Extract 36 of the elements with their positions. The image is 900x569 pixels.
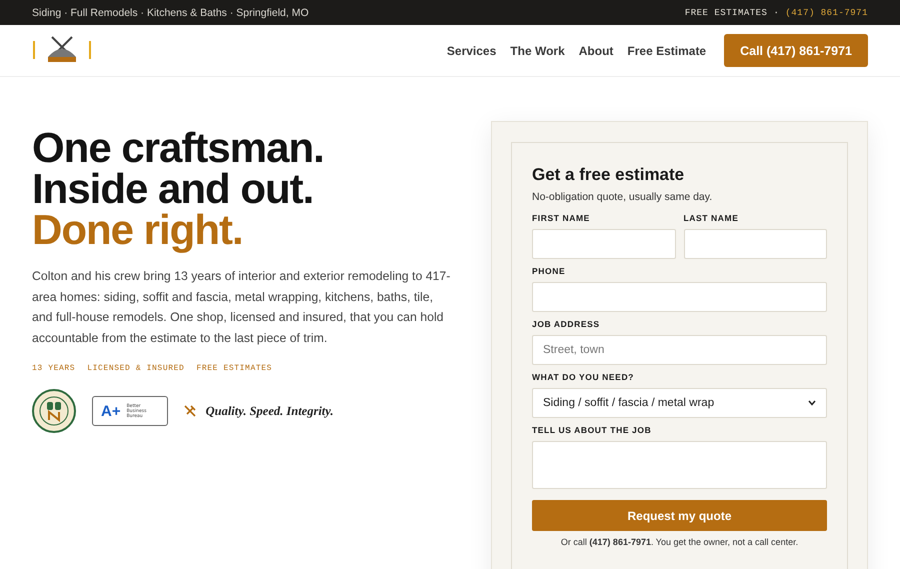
input-field[interactable]: Street, town <box>532 335 827 365</box>
hammer-icon <box>184 405 196 417</box>
seal-icon <box>32 389 76 433</box>
headline: One craftsman. <box>32 127 325 168</box>
field-label: PHONE <box>532 266 566 276</box>
form-footnote: Or call (417) 861-7971. You get the owner, not a call center. <box>560 537 800 547</box>
textarea-field[interactable] <box>532 441 827 489</box>
motto: Quality. Speed. Integrity. <box>206 404 334 418</box>
input-field[interactable] <box>532 282 827 312</box>
select-field[interactable]: Siding / soffit / fascia / metal wrap <box>532 388 827 418</box>
services-tagline: Siding · Full Remodels · Kitchens & Baths · Springfield, MO <box>32 6 309 18</box>
bbb-grade: A+ <box>101 402 121 420</box>
submit-button[interactable]: Request my quote <box>532 500 827 531</box>
feature-tag: 13 YEARS <box>32 364 76 373</box>
feature-tag: FREE ESTIMATES <box>196 364 272 373</box>
field-label: TELL US ABOUT THE JOB <box>532 425 652 435</box>
nav-link[interactable]: Services <box>446 44 496 58</box>
intro-paragraph: Colton and his crew bring 13 years of interior and exterior remodeling to 417-area homes: siding, soffit and fascia, metal wrapping, kitchens, baths, tile, and full-house remodels. One shop, licensed and insured, that you can hold accountable from the estimate to the last piece of trim. <box>32 268 452 346</box>
form-subtitle: No-obligation quote, usually same day. <box>532 191 714 203</box>
separator-dot: · <box>773 8 780 18</box>
field-label: FIRST NAME <box>532 213 591 223</box>
nav-link[interactable]: Free Estimate <box>627 44 706 58</box>
field-label: LAST NAME <box>684 213 740 223</box>
phone-link[interactable]: (417) 861-7971 <box>785 8 868 18</box>
headline: Inside and out. <box>32 168 314 209</box>
form-title: Get a free estimate <box>532 165 686 185</box>
call-button[interactable]: Call (417) 861-7971 <box>724 34 868 67</box>
feature-tag: LICENSED & INSURED <box>87 364 184 373</box>
nav-link[interactable]: The Work <box>510 44 565 58</box>
field-label: JOB ADDRESS <box>532 319 601 329</box>
nav-link[interactable]: About <box>578 44 614 58</box>
field-label: WHAT DO YOU NEED? <box>532 372 635 382</box>
free-estimates-label: FREE ESTIMATES <box>684 8 768 18</box>
input-field[interactable] <box>532 229 676 259</box>
chevron-down-icon <box>808 400 816 406</box>
input-field[interactable] <box>684 229 827 259</box>
